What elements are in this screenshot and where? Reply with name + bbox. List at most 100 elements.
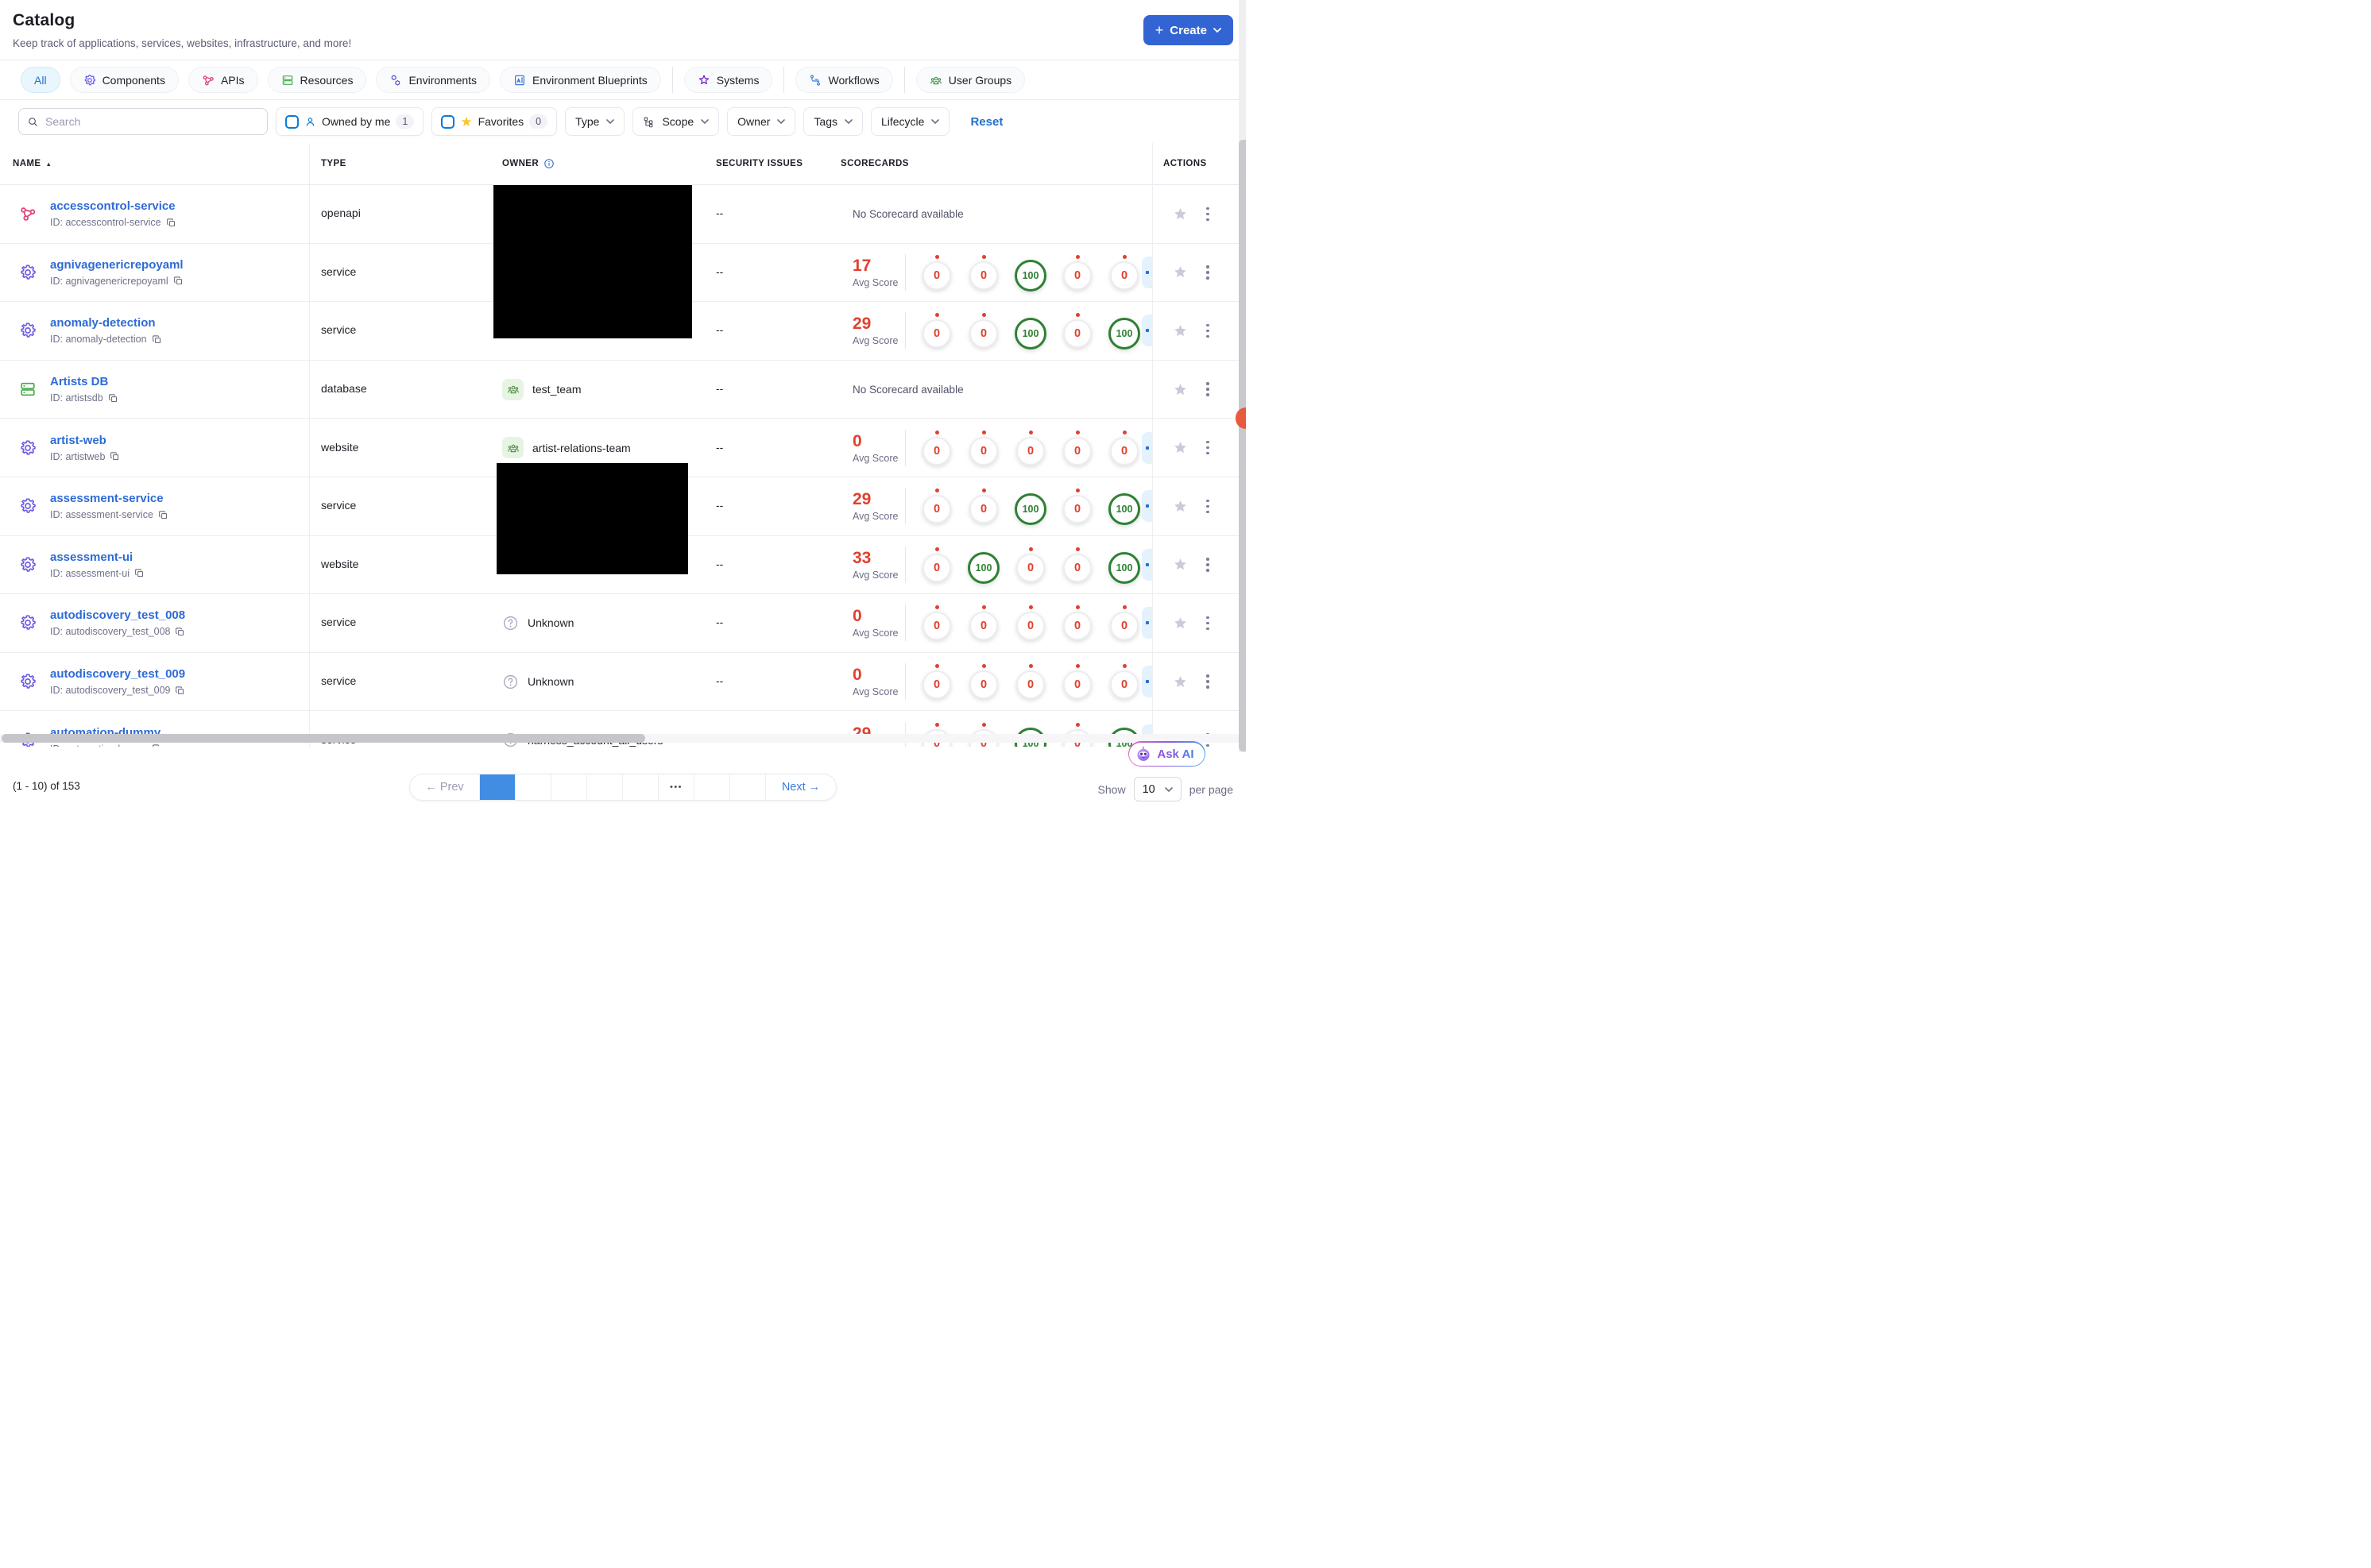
entity-name-link[interactable]: autodiscovery_test_008 <box>50 608 185 622</box>
type-dropdown[interactable]: Type <box>565 107 625 136</box>
scorecard-circle[interactable]: 0 <box>922 664 952 700</box>
entity-name-link[interactable]: agnivagenericrepoyaml <box>50 258 184 272</box>
page-size-select[interactable]: 10 <box>1133 777 1182 801</box>
kebab-menu-icon[interactable] <box>1204 555 1212 574</box>
horizontal-scrollbar-thumb[interactable] <box>2 734 645 743</box>
scorecard-circle[interactable]: 0 <box>969 254 999 290</box>
favorite-star-icon[interactable] <box>1172 439 1189 456</box>
copy-icon[interactable] <box>175 627 185 637</box>
scorecard-circle[interactable]: 0 <box>1062 546 1093 582</box>
favorite-star-icon[interactable] <box>1172 206 1189 222</box>
scorecard-circle[interactable]: 0 <box>1109 430 1139 465</box>
tab-environment-blueprints[interactable]: Environment Blueprints <box>500 67 661 93</box>
scorecard-circle[interactable]: 0 <box>1015 605 1046 641</box>
copy-icon[interactable] <box>134 568 145 578</box>
kebab-menu-icon[interactable] <box>1204 205 1212 224</box>
copy-icon[interactable] <box>110 451 120 462</box>
scorecard-circle[interactable]: 0 <box>1015 430 1046 465</box>
scorecard-circle[interactable]: 0 <box>922 489 952 524</box>
scorecard-circle[interactable]: 0 <box>922 254 952 290</box>
entity-name-link[interactable]: assessment-ui <box>50 550 145 564</box>
scorecard-circle[interactable]: 0 <box>1062 664 1093 700</box>
page-5[interactable]: 5 <box>623 774 659 800</box>
next-button[interactable]: Next → <box>766 774 836 800</box>
page-16[interactable]: 16 <box>730 774 766 800</box>
column-header-name[interactable]: NAME ▲ <box>0 159 309 168</box>
entity-name-link[interactable]: assessment-service <box>50 492 168 505</box>
owned-by-me-checkbox[interactable] <box>285 114 299 129</box>
tags-dropdown[interactable]: Tags <box>803 107 863 136</box>
favorite-star-icon[interactable] <box>1172 556 1189 573</box>
entity-name-link[interactable]: artist-web <box>50 434 120 447</box>
scope-dropdown[interactable]: Scope <box>632 107 720 136</box>
scorecard-circle[interactable]: 0 <box>1109 605 1139 641</box>
scorecard-circle[interactable]: 0 <box>1109 664 1139 700</box>
favorite-star-icon[interactable] <box>1172 264 1189 280</box>
copy-icon[interactable] <box>173 276 184 286</box>
reset-filters-link[interactable]: Reset <box>970 115 1003 129</box>
tab-resources[interactable]: Resources <box>267 67 367 93</box>
favorite-star-icon[interactable] <box>1172 498 1189 515</box>
scorecard-circle[interactable]: 0 <box>969 430 999 465</box>
search-input[interactable] <box>45 115 259 128</box>
favorites-filter[interactable]: ★ Favorites 0 <box>431 107 558 136</box>
copy-icon[interactable] <box>175 686 185 696</box>
scorecard-circle[interactable]: 0 <box>922 430 952 465</box>
scorecard-circle[interactable]: 0 <box>969 664 999 700</box>
tab-environments[interactable]: Environments <box>376 67 491 93</box>
favorite-star-icon[interactable] <box>1172 615 1189 631</box>
tab-systems[interactable]: Systems <box>683 67 773 93</box>
prev-button[interactable]: ← Prev <box>410 774 480 800</box>
page-1[interactable]: 1 <box>480 774 516 800</box>
scorecard-circle[interactable]: 100 <box>1108 311 1140 350</box>
owned-by-me-filter[interactable]: Owned by me 1 <box>276 107 424 136</box>
scorecard-circle[interactable]: 100 <box>1015 311 1046 350</box>
scorecard-circle[interactable]: 100 <box>968 546 1000 584</box>
scorecard-circle[interactable]: 0 <box>1109 254 1139 290</box>
vertical-scrollbar-thumb[interactable] <box>1239 140 1246 751</box>
scorecard-circle[interactable]: 0 <box>1062 313 1093 349</box>
entity-name-link[interactable]: accesscontrol-service <box>50 199 176 213</box>
scorecard-circle[interactable]: 0 <box>1062 489 1093 524</box>
kebab-menu-icon[interactable] <box>1204 322 1212 341</box>
scorecard-circle[interactable]: 100 <box>1108 546 1140 584</box>
kebab-menu-icon[interactable] <box>1204 497 1212 516</box>
scorecard-circle[interactable]: 100 <box>1108 487 1140 526</box>
copy-icon[interactable] <box>158 510 168 520</box>
copy-icon[interactable] <box>166 218 176 228</box>
page-4[interactable]: 4 <box>587 774 623 800</box>
scorecard-circle[interactable]: 100 <box>1015 253 1046 292</box>
scorecard-circle[interactable]: 100 <box>1015 487 1046 526</box>
page-15[interactable]: 15 <box>694 774 730 800</box>
copy-icon[interactable] <box>152 334 162 345</box>
scorecard-circle[interactable]: 0 <box>922 546 952 582</box>
tab-apis[interactable]: APIs <box>188 67 258 93</box>
tab-user-groups[interactable]: User Groups <box>915 67 1026 93</box>
scorecard-circle[interactable]: 0 <box>922 313 952 349</box>
kebab-menu-icon[interactable] <box>1204 438 1212 458</box>
copy-icon[interactable] <box>108 393 118 404</box>
owner-dropdown[interactable]: Owner <box>727 107 796 136</box>
scorecard-circle[interactable]: 0 <box>1062 605 1093 641</box>
scorecard-circle[interactable]: 0 <box>1015 664 1046 700</box>
create-button[interactable]: + Create <box>1143 15 1233 45</box>
kebab-menu-icon[interactable] <box>1204 672 1212 691</box>
lifecycle-dropdown[interactable]: Lifecycle <box>870 107 950 136</box>
tab-all[interactable]: All <box>21 67 60 93</box>
favorite-star-icon[interactable] <box>1172 674 1189 690</box>
kebab-menu-icon[interactable] <box>1204 614 1212 633</box>
entity-name-link[interactable]: autodiscovery_test_009 <box>50 667 185 681</box>
scorecard-circle[interactable]: 0 <box>969 313 999 349</box>
page-3[interactable]: 3 <box>551 774 587 800</box>
scorecard-circle[interactable]: 0 <box>1015 546 1046 582</box>
kebab-menu-icon[interactable] <box>1204 263 1212 282</box>
favorite-star-icon[interactable] <box>1172 381 1189 398</box>
entity-name-link[interactable]: Artists DB <box>50 375 118 388</box>
kebab-menu-icon[interactable] <box>1204 380 1212 399</box>
entity-name-link[interactable]: anomaly-detection <box>50 316 162 330</box>
tab-components[interactable]: Components <box>69 67 179 93</box>
info-icon[interactable] <box>543 158 555 169</box>
scorecard-circle[interactable]: 0 <box>1062 254 1093 290</box>
scorecard-circle[interactable]: 0 <box>969 605 999 641</box>
tab-workflows[interactable]: Workflows <box>795 67 893 93</box>
